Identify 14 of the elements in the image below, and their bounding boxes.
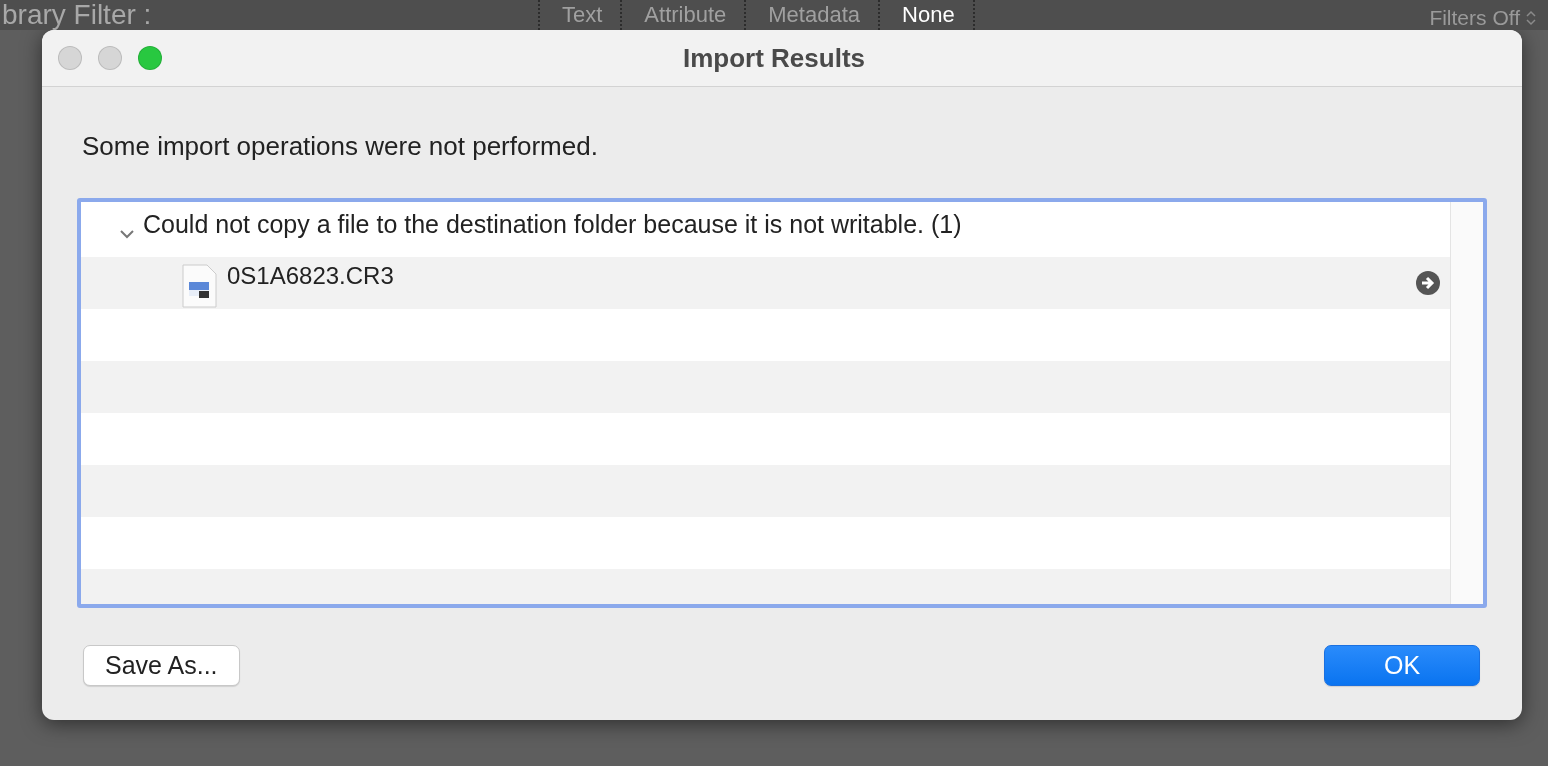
filter-status[interactable]: Filters Off (1429, 6, 1520, 30)
status-message: Some import operations were not performed. (82, 131, 599, 162)
scrollbar-track[interactable] (1450, 202, 1483, 604)
save-as-button[interactable]: Save As... (83, 645, 240, 686)
window-zoom-button[interactable] (138, 46, 162, 70)
file-name: 0S1A6823.CR3 (227, 262, 394, 290)
error-message: Could not copy a file to the destination folder because it is not writable. (1) (143, 209, 962, 239)
updown-icon[interactable] (1526, 10, 1536, 26)
window-minimize-button[interactable] (98, 46, 122, 70)
chevron-icon[interactable] (119, 229, 135, 239)
library-filter-label: brary Filter : (2, 0, 153, 31)
ok-button[interactable]: OK (1324, 645, 1480, 686)
window-title: Import Results (682, 42, 866, 74)
window-close-button[interactable] (58, 46, 82, 70)
